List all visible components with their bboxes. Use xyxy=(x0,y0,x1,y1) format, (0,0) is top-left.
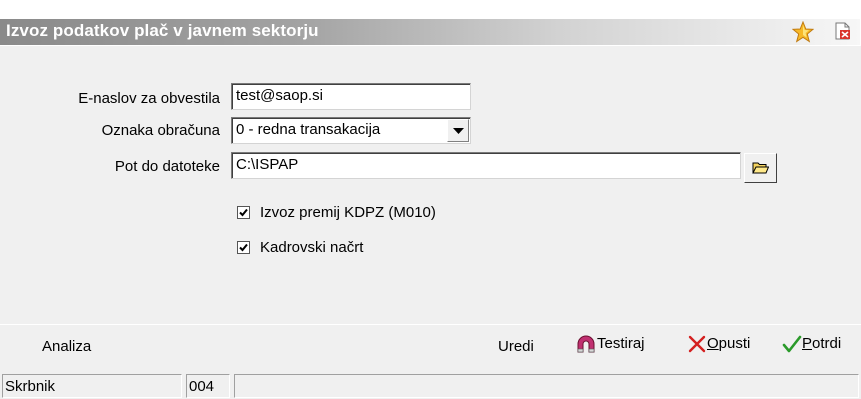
calc-type-label: Oznaka obračuna xyxy=(101,122,220,139)
checkmark-icon xyxy=(239,208,248,217)
status-bar: Skrbnik 004 xyxy=(0,372,861,399)
browse-folder-button[interactable] xyxy=(744,153,777,183)
status-message xyxy=(234,374,859,398)
email-field[interactable]: test@saop.si xyxy=(231,83,471,110)
email-label: E-naslov za obvestila xyxy=(78,90,220,107)
window-title: Izvoz podatkov plač v javnem sektorju xyxy=(6,21,319,40)
opusti-accesskey: O xyxy=(707,335,719,352)
chevron-down-icon xyxy=(453,128,464,134)
export-form: E-naslov za obvestila test@saop.si Oznak… xyxy=(0,46,861,324)
opusti-label: pusti xyxy=(718,335,751,352)
window-titlebar: Izvoz podatkov plač v javnem sektorju xyxy=(0,0,861,46)
star-icon[interactable] xyxy=(792,21,814,43)
potrdi-button[interactable]: Potrdi xyxy=(782,335,841,353)
kadrovski-label: Kadrovski načrt xyxy=(260,239,364,256)
checkmark-confirm-icon xyxy=(782,335,802,353)
status-user: Skrbnik xyxy=(2,374,182,398)
dropdown-button[interactable] xyxy=(447,119,469,142)
kdpz-label: Izvoz premij KDPZ (M010) xyxy=(260,204,436,221)
magnet-icon xyxy=(577,335,595,353)
potrdi-accesskey: P xyxy=(802,335,813,352)
status-code: 004 xyxy=(186,374,230,398)
calc-type-value: 0 - redna transakacija xyxy=(236,121,381,138)
action-bar: Analiza Uredi Testiraj Opusti Potrdi xyxy=(0,324,861,370)
kdpz-checkbox[interactable] xyxy=(237,206,250,219)
email-value: test@saop.si xyxy=(236,87,323,104)
close-document-icon[interactable] xyxy=(835,22,851,40)
kadrovski-checkbox[interactable] xyxy=(237,241,250,254)
uredi-button[interactable]: Uredi xyxy=(498,338,534,355)
calc-type-select[interactable]: 0 - redna transakacija xyxy=(231,117,471,144)
testiraj-label: Testiraj xyxy=(597,334,645,352)
testiraj-button[interactable]: Testiraj xyxy=(575,334,645,354)
potrdi-label: otrdi xyxy=(812,335,842,352)
folder-open-icon xyxy=(752,162,769,174)
title-gradient-bar: Izvoz podatkov plač v javnem sektorju xyxy=(0,19,860,45)
path-value: C:\ISPAP xyxy=(236,156,299,173)
opusti-button[interactable]: Opusti xyxy=(687,335,750,353)
checkmark-icon xyxy=(239,243,248,252)
analiza-button[interactable]: Analiza xyxy=(42,338,91,355)
path-label: Pot do datoteke xyxy=(114,158,220,175)
cancel-x-icon xyxy=(688,335,706,353)
path-field[interactable]: C:\ISPAP xyxy=(231,152,741,179)
